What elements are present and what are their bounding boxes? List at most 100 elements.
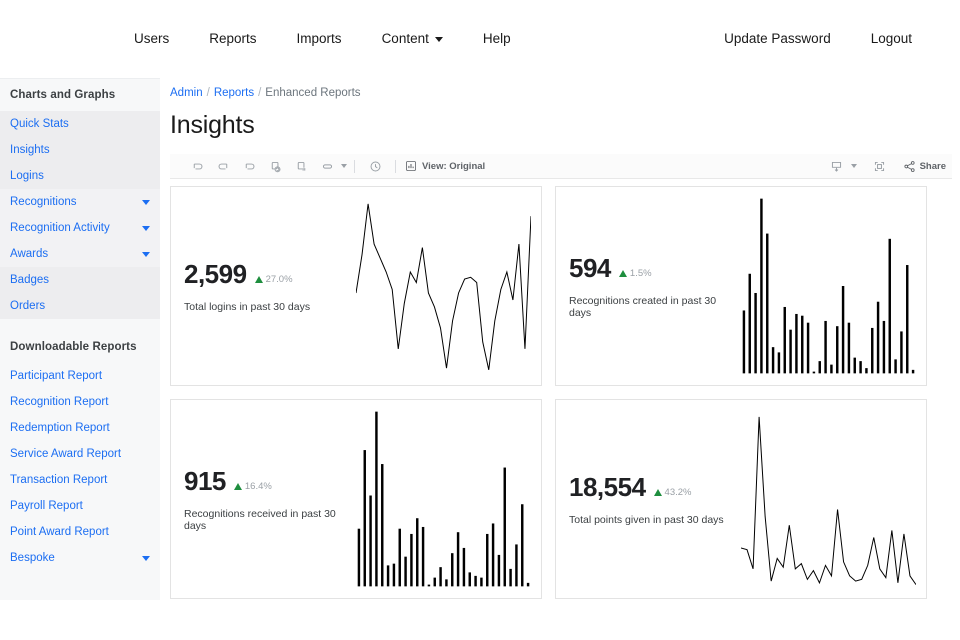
nav-imports-label: Imports <box>296 31 342 46</box>
stat-row: 2,599 27.0% <box>184 259 356 290</box>
share-button[interactable]: Share <box>903 160 946 173</box>
card-stat-block: 2,599 27.0% Total logins in past 30 days <box>171 187 356 385</box>
breadcrumb-reports[interactable]: Reports <box>214 87 254 99</box>
sidebar-item-service-award-report[interactable]: Service Award Report <box>0 441 160 467</box>
nav-imports[interactable]: Imports <box>277 0 362 78</box>
sidebar-item-label: Payroll Report <box>10 500 83 512</box>
stat-row: 915 16.4% <box>184 466 356 497</box>
fullscreen-icon[interactable] <box>867 155 893 177</box>
chevron-down-icon[interactable] <box>142 226 150 231</box>
sidebar-item-participant-report[interactable]: Participant Report <box>0 363 160 389</box>
delta-value: 16.4% <box>244 481 272 492</box>
refresh-data-icon[interactable] <box>262 155 288 177</box>
redo-icon[interactable] <box>210 155 236 177</box>
stat-label: Recognitions created in past 30 days <box>569 295 717 319</box>
view-selector[interactable]: View: Original <box>405 160 485 172</box>
sidebar-item-insights[interactable]: Insights <box>0 137 160 163</box>
stat-label: Recognitions received in past 30 days <box>184 508 336 532</box>
sidebar-item-label: Recognition Activity <box>10 222 110 234</box>
sidebar-item-recognition-report[interactable]: Recognition Report <box>0 389 160 415</box>
barchart-recognitions-created <box>741 187 926 385</box>
top-navigation: Users Reports Imports Content Help Updat… <box>0 0 960 78</box>
sidebar-item-logins[interactable]: Logins <box>0 163 160 189</box>
revert-icon[interactable] <box>236 155 262 177</box>
view-label: View: Original <box>422 160 486 172</box>
sidebar-item-transaction-report[interactable]: Transaction Report <box>0 467 160 493</box>
sidebar-item-label: Orders <box>10 300 46 312</box>
pill-icon[interactable] <box>314 155 340 177</box>
sidebar-item-quick-stats[interactable]: Quick Stats <box>0 111 160 137</box>
stat-label: Total logins in past 30 days <box>184 301 311 313</box>
breadcrumb-admin[interactable]: Admin <box>170 87 203 99</box>
stat-delta: 1.5% <box>618 268 652 279</box>
nav-reports-label: Reports <box>209 31 257 46</box>
nav-update-password-label: Update Password <box>724 31 831 46</box>
nav-reports[interactable]: Reports <box>189 0 276 78</box>
sidebar-item-orders[interactable]: Orders <box>0 293 160 319</box>
sidebar-item-point-award-report[interactable]: Point Award Report <box>0 519 160 545</box>
pause-data-icon[interactable] <box>288 155 314 177</box>
sidebar-group-badges-orders: Badges Orders <box>0 267 160 319</box>
sidebar-item-label: Point Award Report <box>10 526 109 538</box>
breadcrumb: Admin / Reports / Enhanced Reports <box>160 78 960 99</box>
sidebar-item-bespoke[interactable]: Bespoke <box>0 545 160 571</box>
app-root: Users Reports Imports Content Help Updat… <box>0 0 960 640</box>
insight-card-total-logins[interactable]: 2,599 27.0% Total logins in past 30 days <box>170 186 542 386</box>
nav-users[interactable]: Users <box>134 0 189 78</box>
toolbar-left-group: View: Original <box>170 155 485 177</box>
insight-card-recognitions-created[interactable]: 594 1.5% Recognitions created in past 30… <box>555 186 927 386</box>
nav-help-label: Help <box>482 31 511 46</box>
chevron-down-icon[interactable] <box>341 164 347 168</box>
sidebar-item-label: Redemption Report <box>10 422 110 434</box>
chevron-down-icon[interactable] <box>142 556 150 561</box>
download-icon[interactable] <box>824 155 850 177</box>
sidebar-item-badges[interactable]: Badges <box>0 267 160 293</box>
sidebar-item-payroll-report[interactable]: Payroll Report <box>0 493 160 519</box>
sparkline-total-logins <box>356 187 541 385</box>
card-stat-block: 594 1.5% Recognitions created in past 30… <box>556 187 741 385</box>
delta-value: 1.5% <box>629 268 652 279</box>
sidebar-item-label: Awards <box>10 248 49 260</box>
undo-icon[interactable] <box>184 155 210 177</box>
sidebar-item-label: Recognition Report <box>10 396 109 408</box>
delta-value: 27.0% <box>265 274 293 285</box>
chart-toolbar: View: Original Share <box>170 154 952 179</box>
breadcrumb-current: Enhanced Reports <box>265 87 361 99</box>
insight-card-total-points[interactable]: 18,554 43.2% Total points given in past … <box>555 399 927 599</box>
share-icon <box>904 160 915 172</box>
card-stat-block: 18,554 43.2% Total points given in past … <box>556 400 741 598</box>
chevron-down-icon[interactable] <box>142 200 150 205</box>
sidebar-item-label: Bespoke <box>10 552 55 564</box>
trend-up-icon <box>233 483 242 490</box>
history-icon[interactable] <box>362 155 388 177</box>
chevron-down-icon[interactable] <box>850 164 857 168</box>
sidebar-item-label: Quick Stats <box>10 118 69 130</box>
barchart-svg <box>357 411 530 587</box>
share-label: Share <box>919 160 946 172</box>
sidebar-item-label: Service Award Report <box>10 448 122 460</box>
sidebar-item-label: Insights <box>10 144 50 156</box>
trend-up-icon <box>653 489 662 496</box>
sidebar-item-recognitions[interactable]: Recognitions <box>0 189 160 215</box>
sidebar-item-redemption-report[interactable]: Redemption Report <box>0 415 160 441</box>
sidebar-item-awards[interactable]: Awards <box>0 241 160 267</box>
nav-update-password[interactable]: Update Password <box>724 0 851 78</box>
chevron-down-icon[interactable] <box>142 252 150 257</box>
nav-content[interactable]: Content <box>362 0 463 78</box>
insights-card-grid: 2,599 27.0% Total logins in past 30 days <box>170 186 952 626</box>
sidebar: Charts and Graphs Quick Stats Insights L… <box>0 78 160 600</box>
nav-logout[interactable]: Logout <box>851 0 932 78</box>
sidebar-item-recognition-activity[interactable]: Recognition Activity <box>0 215 160 241</box>
primary-nav: Users Reports Imports Content Help <box>134 0 531 78</box>
insight-card-recognitions-received[interactable]: 915 16.4% Recognitions received in past … <box>170 399 542 599</box>
sidebar-group-quickstats: Quick Stats Insights Logins <box>0 111 160 189</box>
main-content: Admin / Reports / Enhanced Reports Insights <box>160 78 960 640</box>
chart-view-icon <box>406 161 416 171</box>
card-stat-block: 915 16.4% Recognitions received in past … <box>171 400 356 598</box>
chevron-down-icon <box>434 36 443 42</box>
sidebar-item-label: Participant Report <box>10 370 103 382</box>
nav-help[interactable]: Help <box>463 0 531 78</box>
sidebar-section-downloadable-title: Downloadable Reports <box>10 341 137 353</box>
stat-delta: 16.4% <box>233 481 272 492</box>
stat-value: 915 <box>184 466 226 496</box>
